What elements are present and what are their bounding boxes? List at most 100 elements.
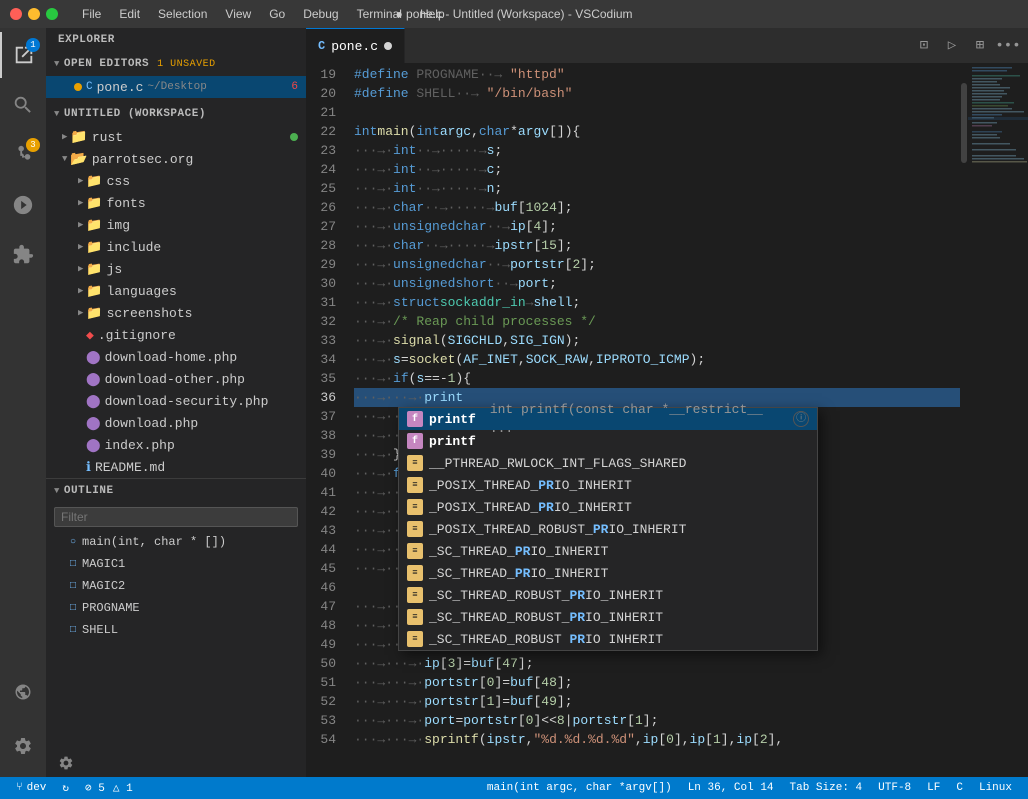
autocomplete-dropdown[interactable]: f printf int printf(const char *__restri… bbox=[398, 407, 818, 651]
scrollbar-thumb[interactable] bbox=[961, 83, 967, 163]
encoding-status[interactable]: UTF-8 bbox=[870, 777, 919, 799]
outline-filter-input[interactable] bbox=[54, 507, 298, 527]
outline-magic2[interactable]: □ MAGIC2 bbox=[46, 575, 306, 597]
ac-item-printf1[interactable]: f printf int printf(const char *__restri… bbox=[399, 408, 817, 430]
main-layout: 1 3 EXPLORER ▼ OPEN EDITORS bbox=[0, 28, 1028, 777]
readme-file[interactable]: ℹ README.md bbox=[46, 456, 306, 478]
line-numbers: 1920212223 2425262728 2930313233 3435363… bbox=[306, 63, 346, 777]
language-status[interactable]: C bbox=[948, 777, 971, 799]
download-security-file[interactable]: ⬤ download-security.php bbox=[46, 390, 306, 412]
settings-icon bbox=[58, 755, 74, 771]
lang-icon: 📁 bbox=[86, 284, 102, 299]
run-button[interactable]: ▷ bbox=[940, 34, 964, 58]
close-button[interactable] bbox=[10, 8, 22, 20]
maximize-button[interactable] bbox=[46, 8, 58, 20]
settings-activity-icon[interactable] bbox=[0, 723, 46, 769]
download-php-file[interactable]: ⬤ download.php bbox=[46, 412, 306, 434]
search-activity-icon[interactable] bbox=[0, 82, 46, 128]
explorer-activity-icon[interactable]: 1 bbox=[0, 32, 46, 78]
open-file-item[interactable]: C pone.c ~/Desktop 6 bbox=[46, 76, 306, 98]
status-bar: ⑂ dev ↻ ⊘ 5 △ 1 main(int argc, char *arg… bbox=[0, 777, 1028, 799]
ac-item-4[interactable]: ≡ _POSIX_THREAD_PRIO_INHERIT bbox=[399, 474, 817, 496]
activity-bar: 1 3 bbox=[0, 28, 46, 777]
php4-icon: ⬤ bbox=[86, 416, 101, 431]
toggle-panel-button[interactable]: ⊞ bbox=[968, 34, 992, 58]
css-icon: 📁 bbox=[86, 174, 102, 189]
lang-arrow: ▶ bbox=[78, 286, 83, 296]
ac-var-icon6: ≡ bbox=[407, 521, 423, 537]
minimize-button[interactable] bbox=[28, 8, 40, 20]
ac-item-11[interactable]: ≡ _SC_THREAD_ROBUST PRIO INHERIT bbox=[399, 628, 817, 650]
ac-item-pthread[interactable]: ≡ __PTHREAD_RWLOCK_INT_FLAGS_SHARED bbox=[399, 452, 817, 474]
git-branch-status[interactable]: ⑂ dev bbox=[8, 777, 54, 799]
menu-go[interactable]: Go bbox=[261, 5, 293, 23]
ac-var-icon10: ≡ bbox=[407, 609, 423, 625]
outline-progname[interactable]: □ PROGNAME bbox=[46, 597, 306, 619]
workspace-section[interactable]: ▼ UNTITLED (WORKSPACE) bbox=[46, 102, 306, 126]
sidebar: EXPLORER ▼ OPEN EDITORS 1 UNSAVED C pone… bbox=[46, 28, 306, 777]
function-info-status[interactable]: main(int argc, char *argv[]) bbox=[479, 777, 680, 799]
errors-status[interactable]: ⊘ 5 △ 1 bbox=[77, 777, 141, 799]
ac-item-6[interactable]: ≡ _POSIX_THREAD_ROBUST_PRIO_INHERIT bbox=[399, 518, 817, 540]
ac-item-7[interactable]: ≡ _SC_THREAD_PRIO_INHERIT bbox=[399, 540, 817, 562]
remote-activity-icon[interactable] bbox=[0, 669, 46, 715]
editor-scrollbar[interactable] bbox=[960, 63, 968, 777]
file-path: ~/Desktop bbox=[147, 81, 206, 93]
rust-folder[interactable]: ▶ 📁 rust bbox=[46, 126, 306, 148]
css-folder[interactable]: ▶ 📁 css bbox=[46, 170, 306, 192]
titlebar: File Edit Selection View Go Debug Termin… bbox=[0, 0, 1028, 28]
gitignore-file[interactable]: ◆ .gitignore bbox=[46, 324, 306, 346]
include-folder[interactable]: ▶ 📁 include bbox=[46, 236, 306, 258]
index-php-file[interactable]: ⬤ index.php bbox=[46, 434, 306, 456]
menu-debug[interactable]: Debug bbox=[295, 5, 346, 23]
screenshots-folder[interactable]: ▶ 📁 screenshots bbox=[46, 302, 306, 324]
download-other-file[interactable]: ⬤ download-other.php bbox=[46, 368, 306, 390]
os-status[interactable]: Linux bbox=[971, 777, 1020, 799]
editor-area: C pone.c ⊡ ▷ ⊞ ••• 1920212223 2425262728… bbox=[306, 28, 1028, 777]
code-line-22: int main(int argc, char *argv[]) { bbox=[354, 122, 960, 141]
line-ending-status[interactable]: LF bbox=[919, 777, 948, 799]
source-control-activity-icon[interactable]: 3 bbox=[0, 132, 46, 178]
code-line-53: ···→···→·port = portstr[0] << 8 | portst… bbox=[354, 711, 960, 730]
code-area[interactable]: 💡 #define PROGNAME··→ "httpd" #define SH… bbox=[346, 63, 960, 777]
explorer-badge: 1 bbox=[26, 38, 40, 52]
download-home-file[interactable]: ⬤ download-home.php bbox=[46, 346, 306, 368]
ac-var-icon5: ≡ bbox=[407, 499, 423, 515]
outline-magic1[interactable]: □ MAGIC1 bbox=[46, 553, 306, 575]
ac-fn-icon: f bbox=[407, 411, 423, 427]
menu-selection[interactable]: Selection bbox=[150, 5, 215, 23]
code-line-32: ···→·/* Reap child processes */ bbox=[354, 312, 960, 331]
ac-item-9[interactable]: ≡ _SC_THREAD_ROBUST_PRIO_INHERIT bbox=[399, 584, 817, 606]
code-line-26: ···→·char··→·····→buf[1024]; bbox=[354, 198, 960, 217]
extensions-activity-icon[interactable] bbox=[0, 232, 46, 278]
open-editors-section[interactable]: ▼ OPEN EDITORS 1 UNSAVED bbox=[46, 52, 306, 76]
sidebar-settings[interactable] bbox=[46, 749, 306, 777]
source-control-badge: 3 bbox=[26, 138, 40, 152]
ac-info-button1[interactable]: ⓘ bbox=[793, 411, 809, 427]
menu-file[interactable]: File bbox=[74, 5, 109, 23]
parrotsec-folder-icon: 📂 bbox=[70, 151, 87, 168]
debug-activity-icon[interactable] bbox=[0, 182, 46, 228]
code-line-31: ···→·struct sockaddr_in→shell; bbox=[354, 293, 960, 312]
cursor-position-status[interactable]: Ln 36, Col 14 bbox=[680, 777, 782, 799]
outline-header[interactable]: ▼ OUTLINE bbox=[46, 479, 306, 503]
parrotsec-folder[interactable]: ▼ 📂 parrotsec.org bbox=[46, 148, 306, 170]
img-folder[interactable]: ▶ 📁 img bbox=[46, 214, 306, 236]
ac-item-5[interactable]: ≡ _POSIX_THREAD_PRIO_INHERIT bbox=[399, 496, 817, 518]
window-title: ● pone.c - Untitled (Workspace) - VSCodi… bbox=[395, 7, 632, 21]
outline-main[interactable]: ○ main(int, char * []) bbox=[46, 531, 306, 553]
languages-folder[interactable]: ▶ 📁 languages bbox=[46, 280, 306, 302]
sync-status[interactable]: ↻ bbox=[54, 777, 77, 799]
ac-item-8[interactable]: ≡ _SC_THREAD_PRIO_INHERIT bbox=[399, 562, 817, 584]
menu-edit[interactable]: Edit bbox=[111, 5, 148, 23]
editor-tab[interactable]: C pone.c bbox=[306, 28, 405, 63]
outline-shell[interactable]: □ SHELL bbox=[46, 619, 306, 641]
tab-size-status[interactable]: Tab Size: 4 bbox=[782, 777, 871, 799]
more-actions-button[interactable]: ••• bbox=[996, 34, 1020, 58]
js-folder[interactable]: ▶ 📁 js bbox=[46, 258, 306, 280]
split-editor-button[interactable]: ⊡ bbox=[912, 34, 936, 58]
fonts-folder[interactable]: ▶ 📁 fonts bbox=[46, 192, 306, 214]
code-line-20: #define SHELL··→ "/bin/bash" bbox=[354, 84, 960, 103]
menu-view[interactable]: View bbox=[217, 5, 259, 23]
ac-item-10[interactable]: ≡ _SC_THREAD_ROBUST_PRIO_INHERIT bbox=[399, 606, 817, 628]
